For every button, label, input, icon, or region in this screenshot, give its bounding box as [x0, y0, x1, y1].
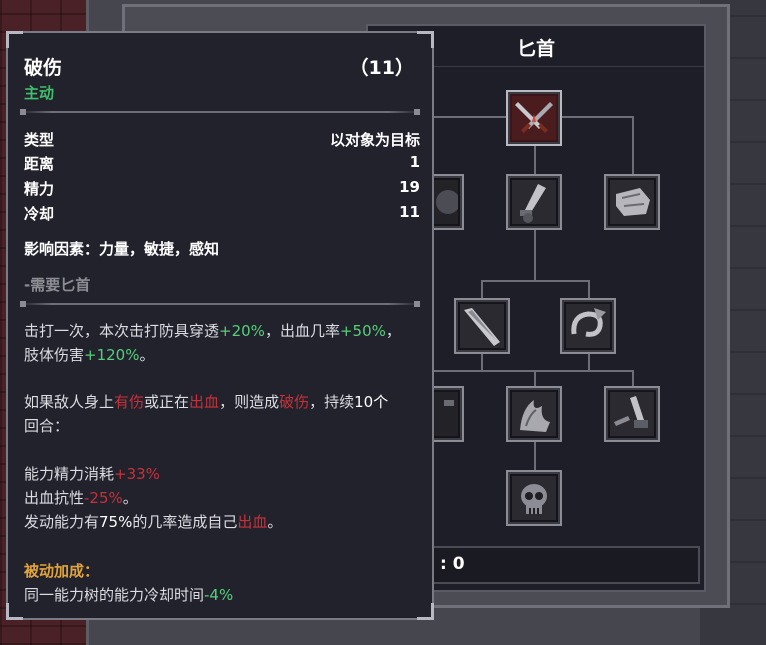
desc-text: 肢体伤害 — [24, 346, 85, 364]
skill-slot-skull[interactable] — [506, 470, 562, 526]
skill-slot-throw[interactable] — [604, 386, 660, 442]
blade-slash-icon — [460, 304, 504, 348]
skill-slot-swirl[interactable] — [560, 298, 616, 354]
tree-connector — [534, 230, 536, 280]
stat-value-type: 以对象为目标 — [329, 131, 420, 149]
desc-keyword: 有伤 — [114, 393, 145, 411]
stat-label-energy: 精力 — [24, 180, 55, 198]
desc-text: 同一能力树的能力冷却时间 — [24, 586, 205, 604]
stat-value-range: 1 — [409, 153, 420, 171]
desc-keyword: 出血 — [189, 393, 220, 411]
tree-connector — [481, 280, 483, 298]
tree-connector — [588, 352, 590, 370]
skill-slot-crossed-blades[interactable] — [506, 90, 562, 146]
stat-value-energy: 19 — [399, 178, 420, 196]
desc-text: ，则造成 — [219, 393, 280, 411]
skull-icon — [512, 476, 556, 520]
desc-penalty: -25% — [84, 489, 123, 507]
desc-text: 击打一次，本次击打防具穿透 — [24, 322, 220, 340]
tooltip-divider — [20, 109, 420, 115]
desc-text: 或正在 — [144, 393, 190, 411]
desc-text: 如果敌人身上 — [24, 393, 115, 411]
desc-chance: 75% — [99, 513, 133, 531]
desc-penalty: +33% — [114, 465, 160, 483]
desc-text: 。 — [267, 513, 283, 531]
dagger-stab-icon — [512, 180, 556, 224]
desc-bonus: +20% — [219, 322, 265, 340]
tooltip-corner — [6, 31, 23, 48]
tooltip-corner — [417, 603, 434, 620]
description-penalties: 能力精力消耗+33% 出血抗性-25%。 发动能力有75%的几率造成自己出血。 — [24, 462, 282, 534]
tree-connector — [481, 352, 483, 370]
tooltip-divider — [20, 301, 420, 307]
stat-label-range: 距离 — [24, 155, 55, 173]
stat-label-cooldown: 冷却 — [24, 205, 55, 223]
stat-value-cooldown: 11 — [399, 203, 420, 221]
tree-connector — [433, 370, 633, 372]
swirl-strike-icon — [566, 304, 610, 348]
skill-slot-grab[interactable] — [604, 174, 660, 230]
desc-keyword: 破伤 — [279, 393, 310, 411]
desc-text: 能力精力消耗 — [24, 465, 115, 483]
passive-bonus: 同一能力树的能力冷却时间-4% — [24, 583, 233, 607]
desc-bonus: -4% — [204, 586, 234, 604]
desc-bonus: +120% — [84, 346, 140, 364]
desc-text: ，出血几率 — [264, 322, 340, 340]
tooltip-corner — [417, 31, 434, 48]
desc-text: 回合： — [24, 417, 70, 435]
desc-keyword: 出血 — [237, 513, 268, 531]
desc-text: 发动能力有 — [24, 513, 100, 531]
crossed-daggers-icon — [512, 96, 556, 140]
skill-name: 破伤 — [24, 57, 63, 79]
tree-connector — [632, 116, 634, 176]
desc-text: 。 — [122, 489, 138, 507]
skill-level: （11） — [349, 57, 414, 79]
desc-text: ， — [385, 322, 401, 340]
skill-slot-flurry[interactable] — [506, 386, 562, 442]
skill-kind: 主动 — [24, 84, 55, 102]
passive-bonus-title: 被动加成： — [24, 562, 100, 580]
desc-text: 出血抗性 — [24, 489, 85, 507]
dagger-throw-icon — [610, 392, 654, 436]
tree-connector — [481, 280, 589, 282]
influence-factors: 影响因素：力量，敏捷，感知 — [24, 240, 220, 258]
stat-label-type: 类型 — [24, 131, 55, 149]
desc-text: 。 — [139, 346, 155, 364]
skill-points-value: : 0 — [440, 554, 465, 574]
skill-points-box: : 0 — [426, 546, 700, 584]
skill-tooltip: 破伤 （11） 主动 类型 以对象为目标 距离 1 精力 19 冷却 11 影响… — [6, 31, 434, 620]
tree-connector — [588, 280, 590, 298]
description-effect: 击打一次，本次击打防具穿透+20%，出血几率+50%， 肢体伤害+120%。 — [24, 319, 401, 367]
hand-grab-icon — [610, 180, 654, 224]
tree-connector — [534, 442, 536, 470]
tree-connector — [534, 145, 536, 176]
skill-slot-dagger-stab[interactable] — [506, 174, 562, 230]
desc-bonus: +50% — [339, 322, 386, 340]
description-condition: 如果敌人身上有伤或正在出血，则造成破伤，持续10个 回合： — [24, 390, 388, 438]
weapon-requirement: -需要匕首 — [24, 276, 91, 294]
tooltip-corner — [6, 603, 23, 620]
desc-text: 的几率造成自己 — [132, 513, 238, 531]
desc-text: ，持续 — [309, 393, 355, 411]
skill-slot-slash[interactable] — [454, 298, 510, 354]
flurry-icon — [512, 392, 556, 436]
desc-duration: 10个 — [354, 393, 389, 411]
